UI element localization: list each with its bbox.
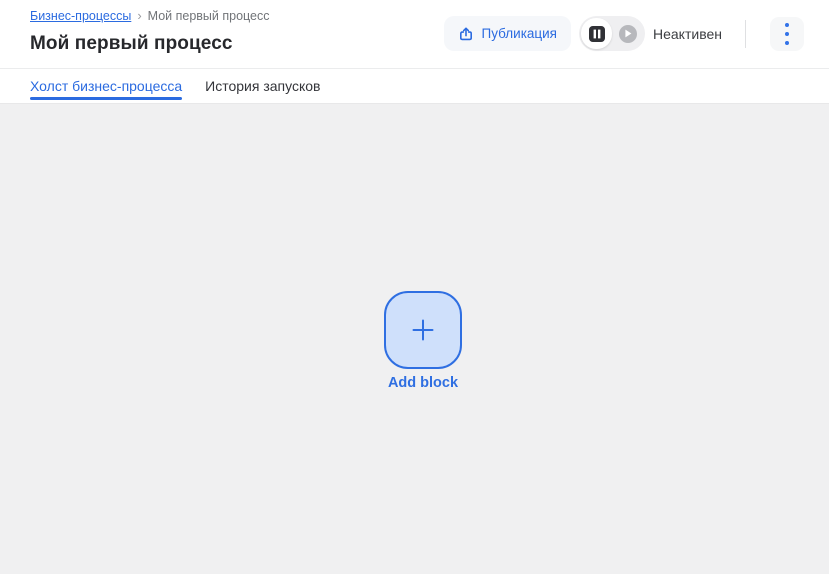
- breadcrumb: Бизнес-процессы › Мой первый процесс: [30, 8, 270, 23]
- header-toolbar: Публикация Неактивен: [444, 16, 804, 51]
- process-canvas[interactable]: Add block: [0, 103, 829, 574]
- page-header: Бизнес-процессы › Мой первый процесс Мой…: [0, 0, 829, 103]
- status-badge: Неактивен: [653, 26, 722, 42]
- status-toggle[interactable]: [579, 16, 645, 51]
- app-window: Бизнес-процессы › Мой первый процесс Мой…: [0, 0, 829, 574]
- breadcrumb-chevron-icon: ›: [137, 8, 141, 23]
- tab-bar: Холст бизнес-процесса История запусков: [0, 68, 829, 103]
- add-block-button[interactable]: [384, 291, 462, 369]
- add-block-label: Add block: [388, 375, 458, 391]
- share-icon: [458, 26, 474, 42]
- pause-icon: [588, 25, 606, 43]
- plus-icon: [410, 317, 436, 343]
- publish-button[interactable]: Публикация: [444, 16, 571, 51]
- toggle-pause-option[interactable]: [581, 18, 612, 49]
- more-actions-button[interactable]: [770, 17, 804, 51]
- add-block-container: Add block: [384, 291, 462, 391]
- publish-button-label: Публикация: [482, 26, 557, 41]
- tab-process-canvas[interactable]: Холст бизнес-процесса: [30, 69, 182, 103]
- toggle-play-option[interactable]: [612, 18, 643, 49]
- kebab-menu-icon: [785, 23, 789, 45]
- tab-run-history[interactable]: История запусков: [205, 69, 320, 103]
- breadcrumb-current: Мой первый процесс: [148, 9, 270, 23]
- breadcrumb-link-processes[interactable]: Бизнес-процессы: [30, 9, 131, 23]
- play-icon: [619, 25, 637, 43]
- page-title: Мой первый процесс: [30, 33, 233, 55]
- toolbar-divider: [745, 20, 746, 48]
